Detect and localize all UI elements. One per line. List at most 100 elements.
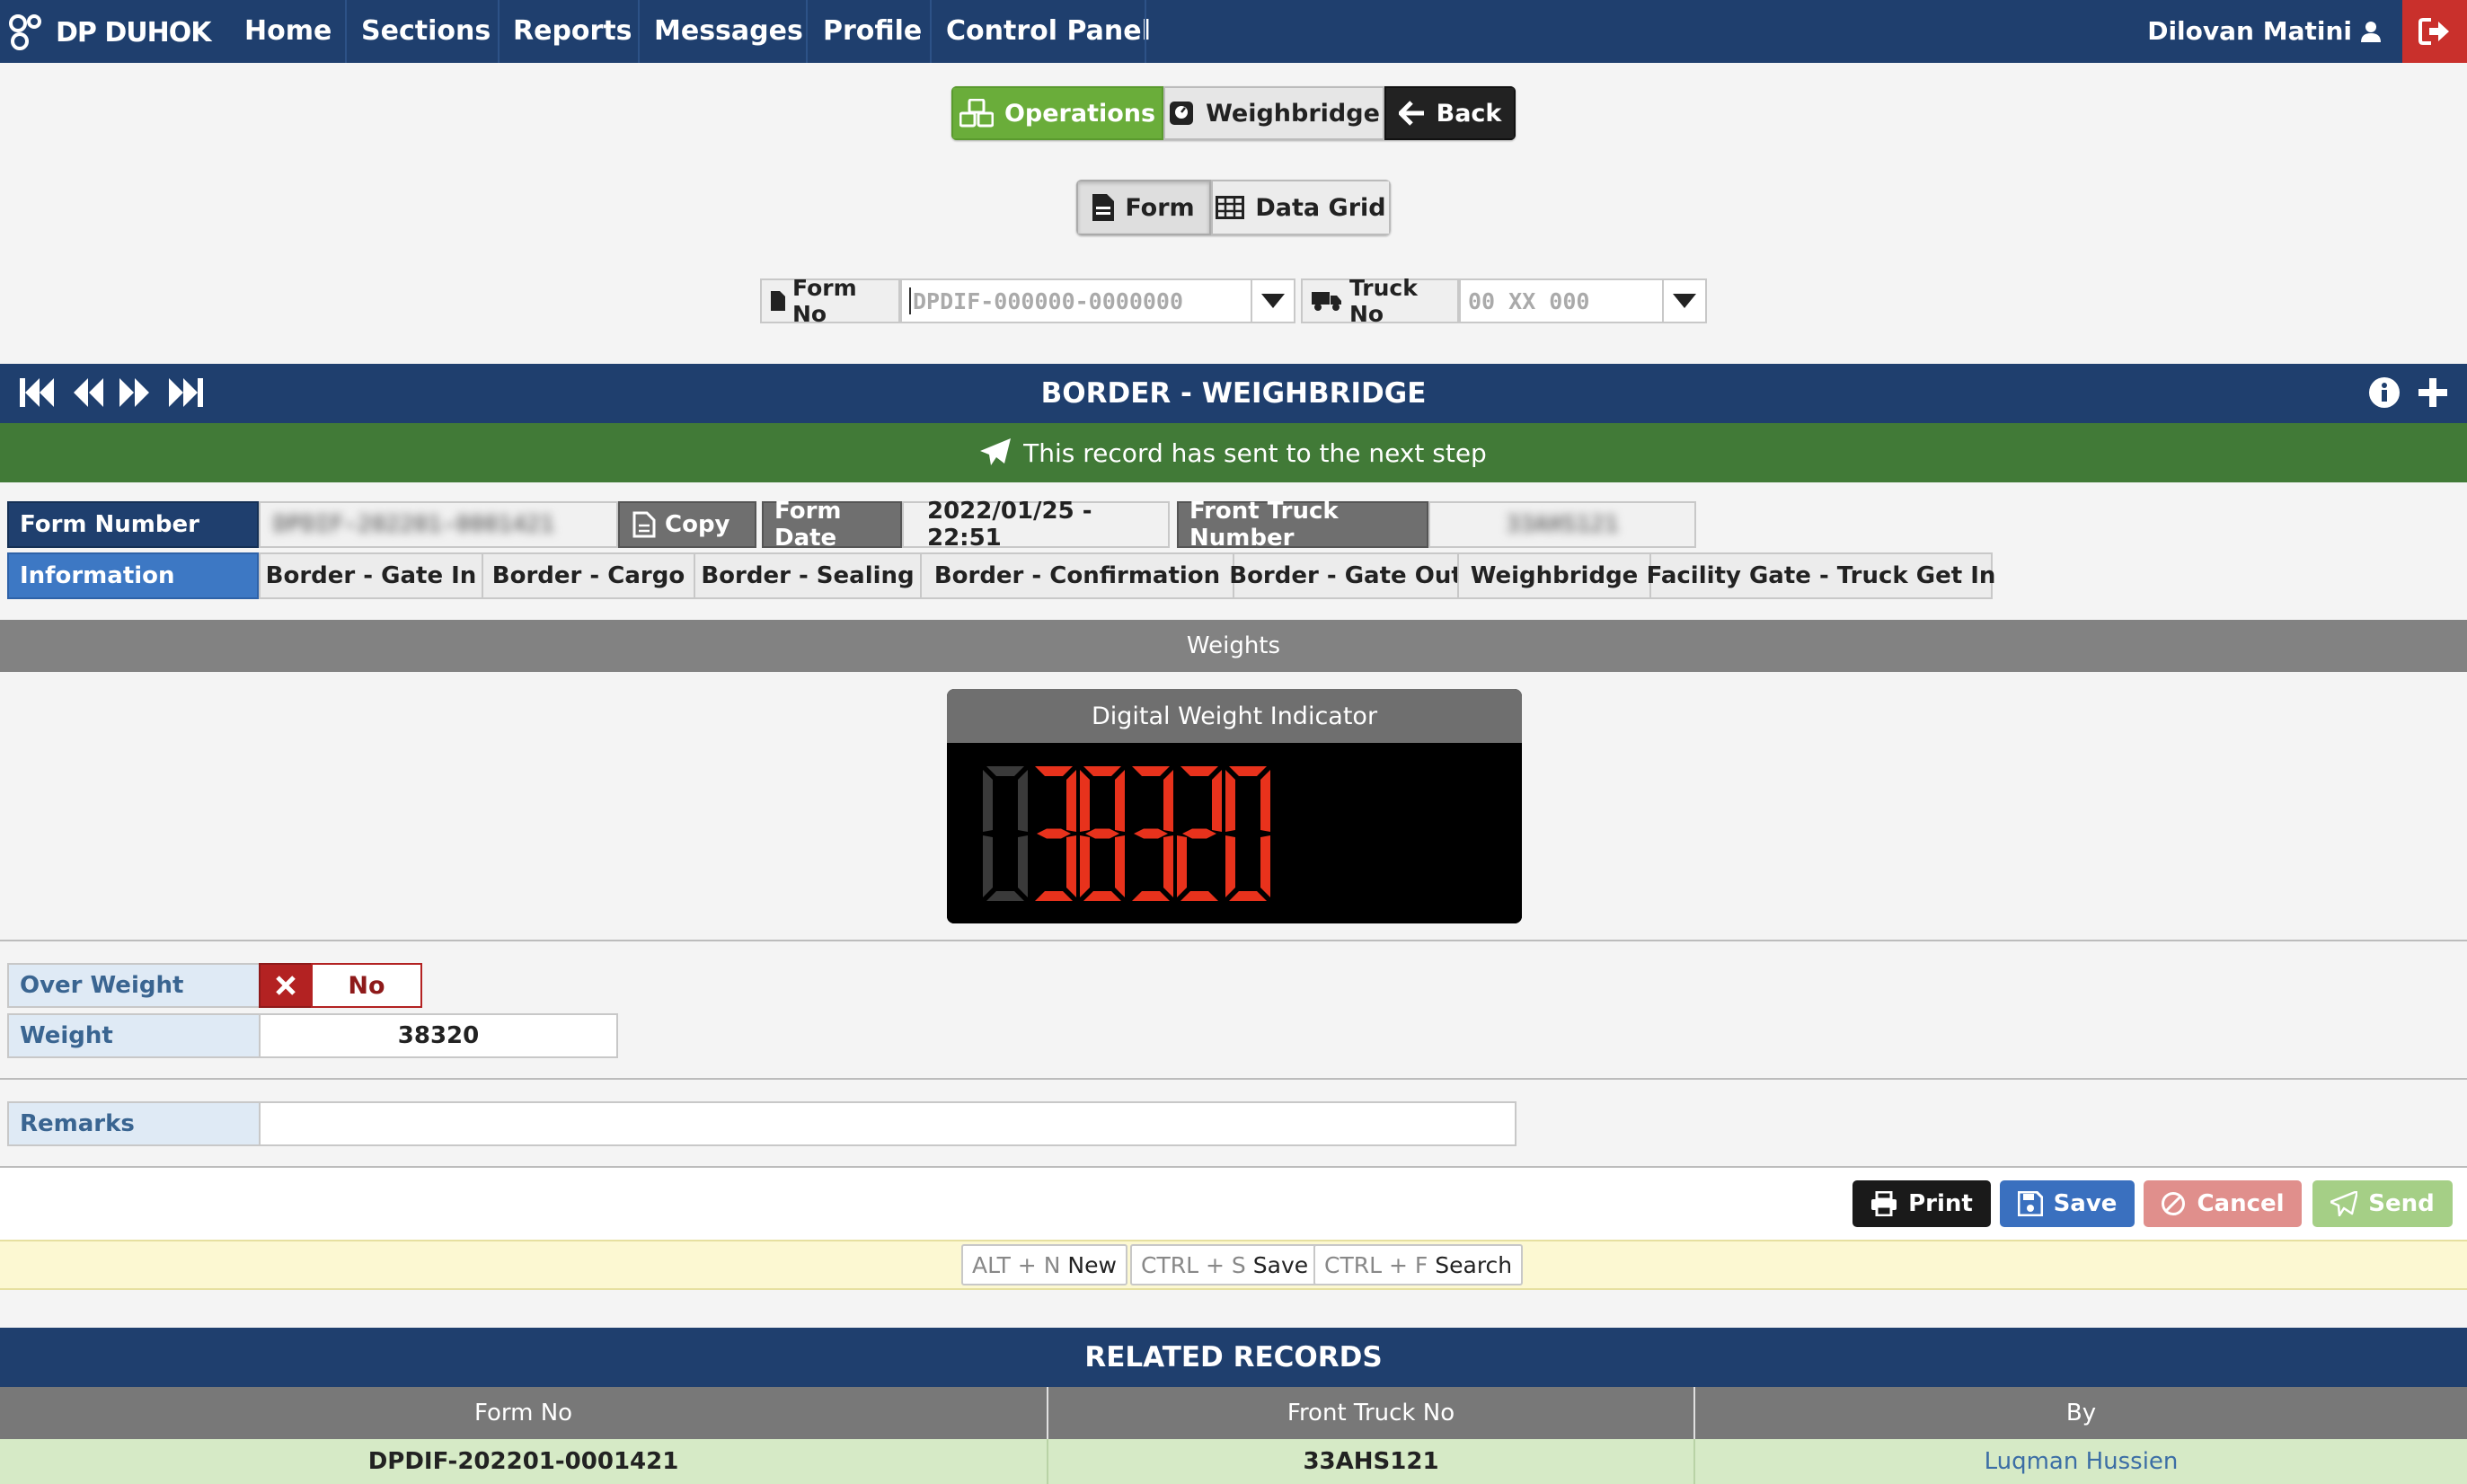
- user-menu[interactable]: Dilovan Matini: [2147, 0, 2381, 63]
- shortcut-search: CTRL + F Search: [1313, 1244, 1524, 1285]
- truck-no-search-label: Truck No: [1301, 275, 1459, 327]
- sign-out-icon: [2418, 17, 2451, 46]
- file-text-icon: [1092, 194, 1115, 221]
- nav-home[interactable]: Home: [244, 0, 332, 63]
- nav-reports[interactable]: Reports: [513, 0, 632, 63]
- nav-sections[interactable]: Sections: [361, 0, 491, 63]
- column-header-front-truck-no: Front Truck No: [1048, 1387, 1695, 1439]
- backward-icon: [74, 378, 104, 407]
- tab-information[interactable]: Information: [7, 552, 259, 599]
- brand-logo[interactable]: DP DUHOK: [7, 11, 211, 54]
- digit-4-segment-d: [1180, 891, 1218, 901]
- tab-border-cargo[interactable]: Border - Cargo: [482, 552, 695, 599]
- nav-messages[interactable]: Messages: [654, 0, 803, 63]
- nav-separator: [806, 0, 808, 63]
- form-view-label: Form: [1125, 193, 1195, 222]
- status-message: This record has sent to the next step: [1023, 437, 1487, 468]
- data-grid-button[interactable]: Data Grid: [1211, 180, 1391, 235]
- copy-button[interactable]: Copy: [618, 501, 756, 548]
- print-button[interactable]: Print: [1852, 1180, 1991, 1227]
- truck-no-dropdown[interactable]: [1662, 278, 1707, 323]
- digit-5-segment-c: [1260, 835, 1270, 897]
- indicator-title: Digital Weight Indicator: [947, 689, 1522, 743]
- digit-5-segment-b: [1260, 770, 1270, 832]
- nav-profile[interactable]: Profile: [823, 0, 922, 63]
- related-truck-no-cell: 33AHS121: [1048, 1439, 1695, 1484]
- panel-header: BORDER - WEIGHBRIDGE: [0, 364, 2467, 423]
- send-button[interactable]: Send: [2312, 1180, 2453, 1227]
- last-record-button[interactable]: [167, 378, 203, 407]
- digital-weight-indicator: Digital Weight Indicator: [947, 689, 1522, 923]
- weighbridge-button[interactable]: Weighbridge: [1163, 86, 1384, 140]
- digit-3-segment-d: [1132, 891, 1170, 901]
- cancel-button[interactable]: Cancel: [2144, 1180, 2302, 1227]
- logo-rings-icon: [7, 11, 50, 54]
- remarks-input[interactable]: [259, 1101, 1516, 1146]
- form-view-button[interactable]: Form: [1076, 180, 1211, 235]
- text-cursor: [909, 287, 911, 314]
- form-number-label: Form Number: [7, 501, 259, 548]
- tab-weighbridge[interactable]: Weighbridge: [1457, 552, 1651, 599]
- shortcut-save: CTRL + S Save: [1130, 1244, 1320, 1285]
- nav-separator: [498, 0, 500, 63]
- ban-icon: [2161, 1191, 2186, 1216]
- paper-plane-icon: [2330, 1191, 2358, 1216]
- logout-button[interactable]: [2402, 0, 2467, 63]
- tab-border-confirmation[interactable]: Border - Confirmation: [920, 552, 1234, 599]
- weight-value: 38320: [259, 1013, 618, 1058]
- caret-down-icon: [1673, 294, 1696, 308]
- first-record-button[interactable]: [20, 378, 56, 407]
- digit-0-segment-c: [1018, 835, 1028, 897]
- tab-border-gate-out[interactable]: Border - Gate Out: [1229, 552, 1463, 599]
- over-weight-value: No: [311, 963, 422, 1008]
- step-forward-icon: [167, 378, 203, 407]
- digit-0-segment-d: [986, 891, 1024, 901]
- tab-facility-gate-truck-get-in[interactable]: Facility Gate - Truck Get In: [1647, 552, 1995, 599]
- form-no-input[interactable]: DPDIF-000000-0000000: [900, 278, 1252, 323]
- digit-1-segment-g: [1037, 828, 1071, 839]
- digit-3-segment-a: [1132, 766, 1170, 776]
- operations-button[interactable]: Operations: [951, 86, 1163, 140]
- tab-border-sealing[interactable]: Border - Sealing: [694, 552, 922, 599]
- nav-separator: [930, 0, 932, 63]
- digit-3-segment-g: [1134, 828, 1168, 839]
- user-icon: [2361, 21, 2381, 42]
- operations-label: Operations: [1004, 99, 1156, 128]
- nav-separator: [638, 0, 640, 63]
- print-icon: [1870, 1191, 1897, 1216]
- add-record-button[interactable]: [2417, 376, 2449, 409]
- digit-4-segment-a: [1180, 766, 1218, 776]
- nav-control-panel[interactable]: Control Panel: [946, 0, 1151, 63]
- weights-section-header: Weights: [0, 620, 2467, 672]
- save-button[interactable]: Save: [2000, 1180, 2135, 1227]
- column-header-form-no: Form No: [0, 1387, 1048, 1439]
- over-weight-toggle[interactable]: [259, 963, 313, 1008]
- tab-border-gate-in[interactable]: Border - Gate In: [259, 552, 483, 599]
- back-button[interactable]: Back: [1384, 86, 1516, 140]
- related-form-no-cell[interactable]: DPDIF-202201-0001421: [0, 1439, 1048, 1484]
- info-button[interactable]: [2368, 376, 2401, 409]
- truck-icon: [1312, 290, 1342, 312]
- related-by-link[interactable]: Luqman Hussien: [1695, 1439, 2467, 1484]
- top-navbar: DP DUHOK Home Sections Reports Messages …: [0, 0, 2467, 63]
- remarks-label: Remarks: [7, 1101, 261, 1146]
- digit-0-segment-f: [983, 770, 993, 832]
- digit-2-segment-e: [1080, 835, 1090, 897]
- digit-1-segment-d: [1035, 891, 1073, 901]
- digit-4-segment-b: [1212, 770, 1222, 832]
- truck-no-input[interactable]: 00 XX 000: [1459, 278, 1664, 323]
- digit-2-segment-a: [1083, 766, 1121, 776]
- form-no-dropdown[interactable]: [1251, 278, 1295, 323]
- front-truck-number-value: 33AHS121: [1428, 501, 1696, 548]
- digit-1-segment-a: [1035, 766, 1073, 776]
- seven-segment-digits: [983, 766, 1270, 901]
- scale-icon: [1168, 100, 1195, 127]
- column-header-by: By: [1695, 1387, 2467, 1439]
- form-date-label: Form Date: [762, 498, 902, 552]
- previous-record-button[interactable]: [74, 378, 104, 407]
- floppy-disk-icon: [2017, 1191, 2043, 1216]
- panel-title: BORDER - WEIGHBRIDGE: [1040, 377, 1427, 410]
- nav-separator: [345, 0, 347, 63]
- next-record-button[interactable]: [119, 378, 149, 407]
- step-backward-icon: [20, 378, 56, 407]
